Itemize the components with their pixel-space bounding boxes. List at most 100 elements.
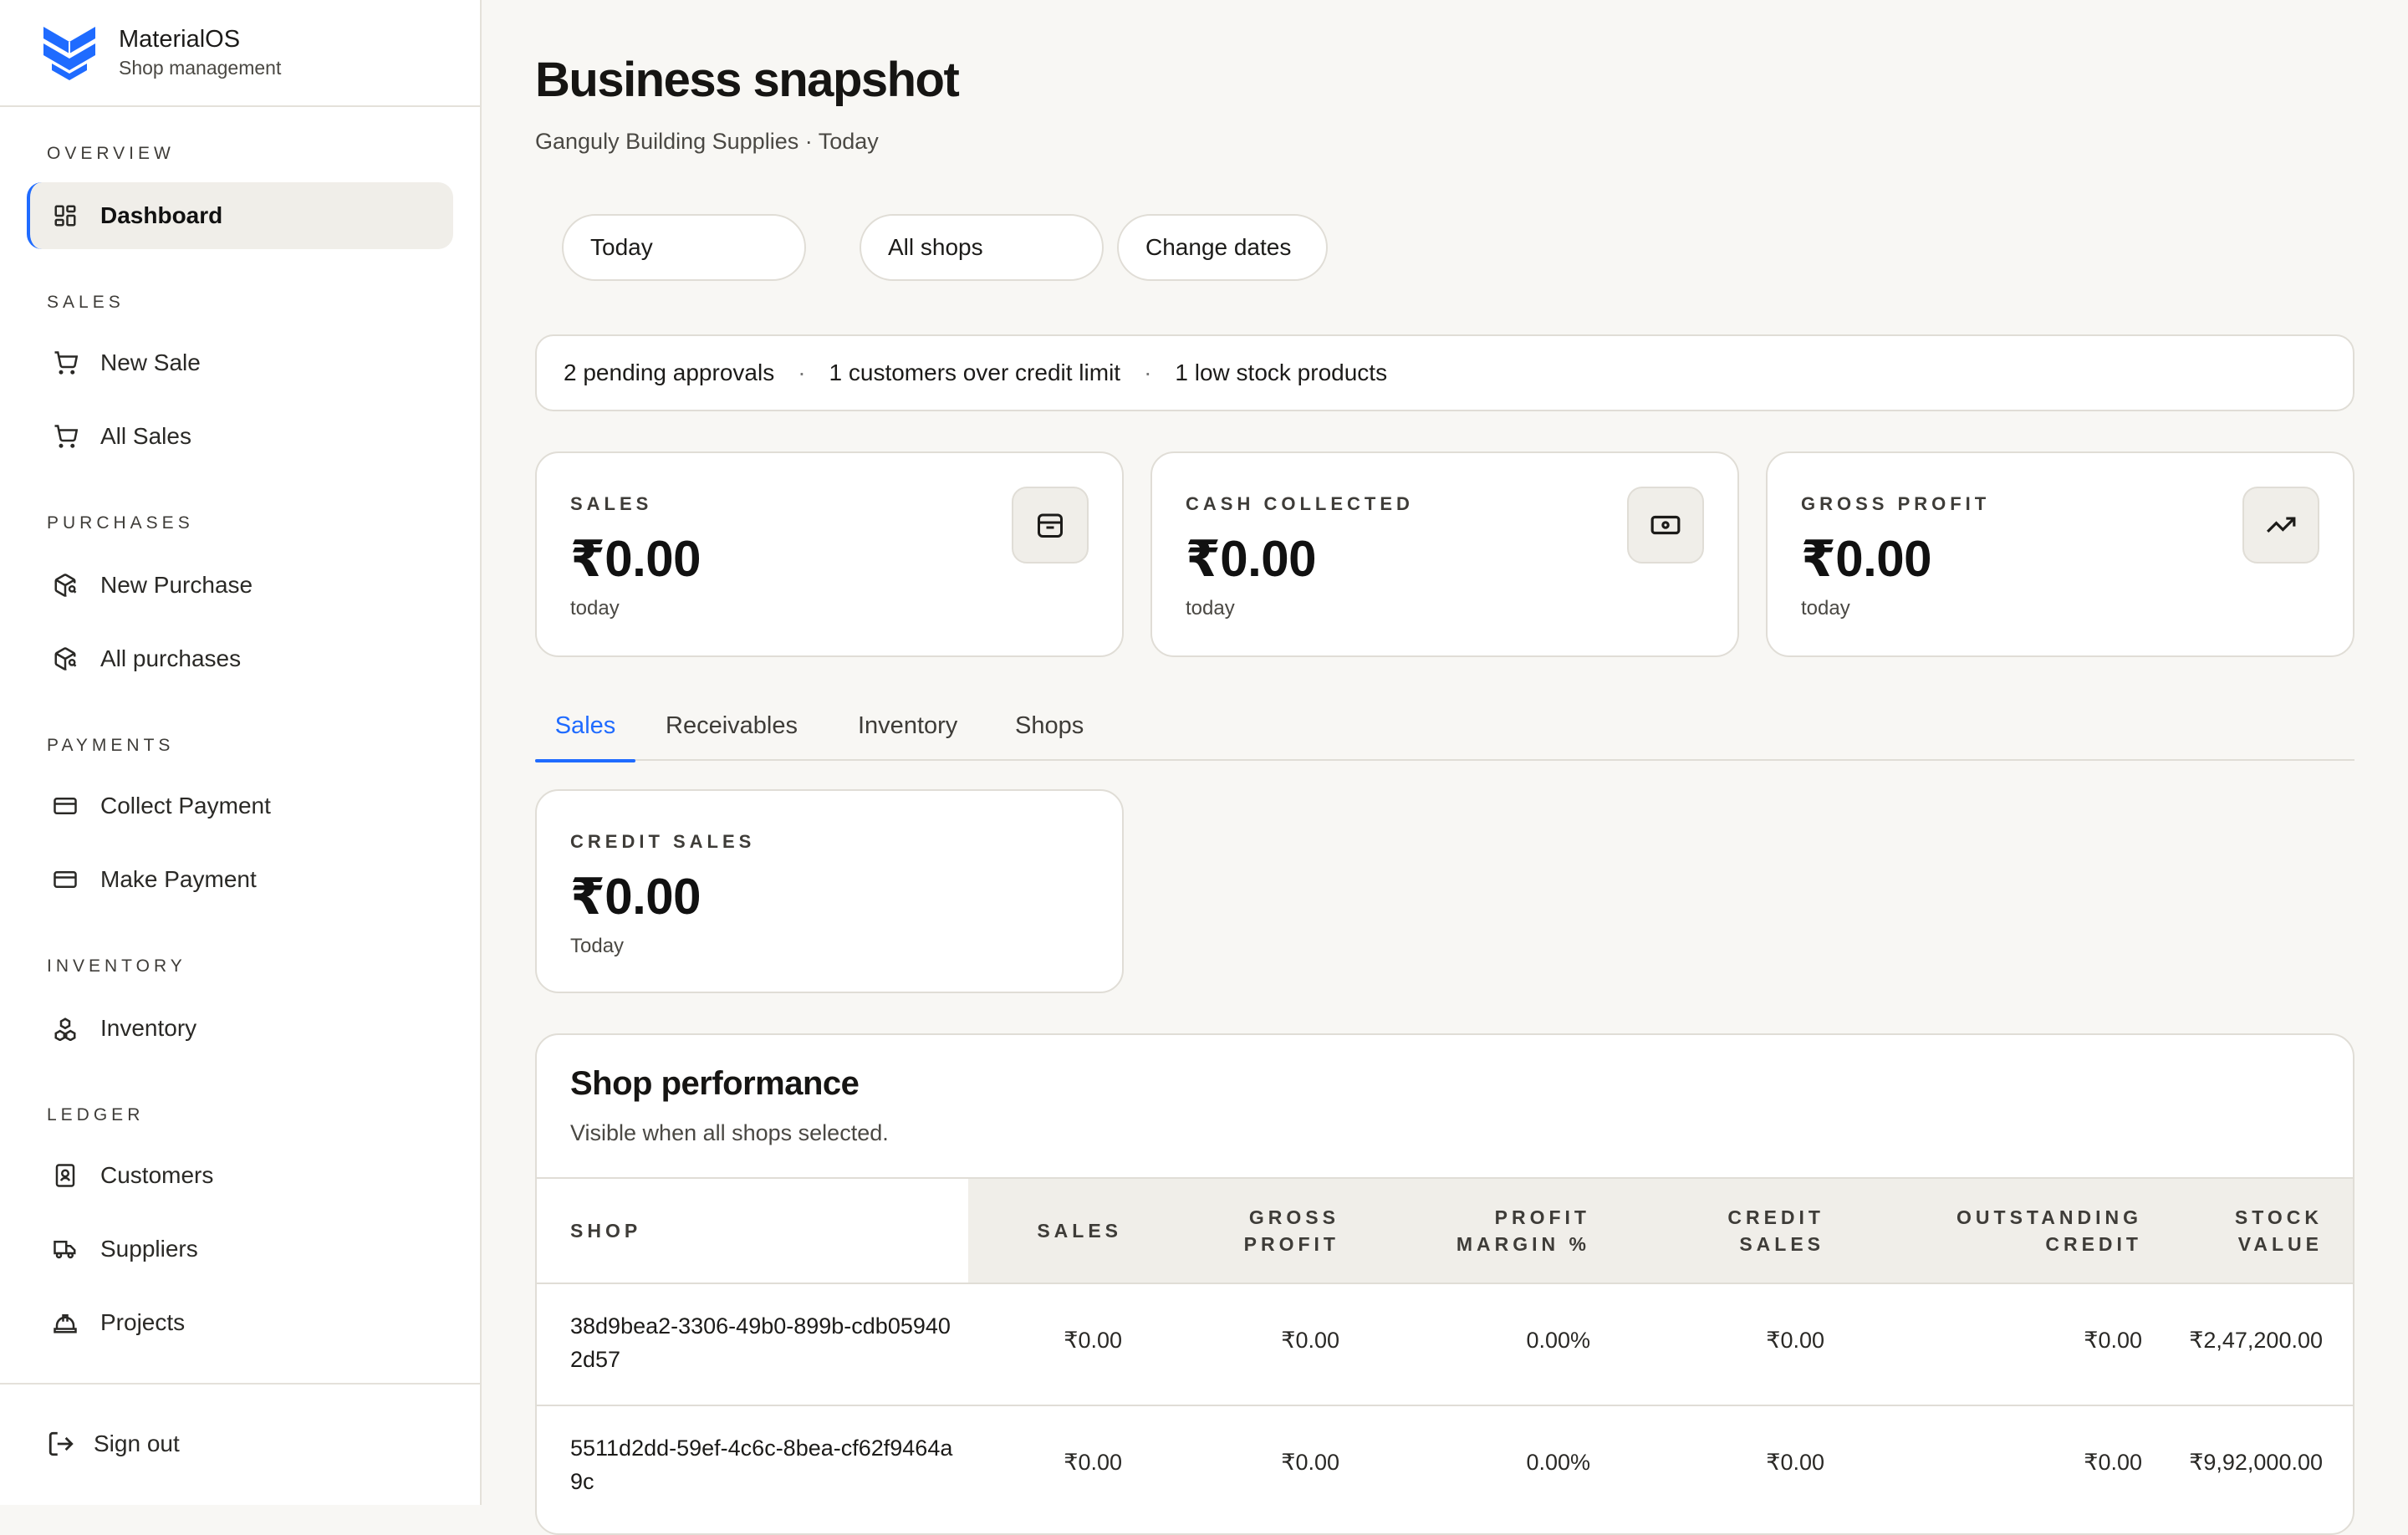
metric-value: ₹0.00 [570, 531, 701, 587]
column-header-sales[interactable]: Sales [1005, 1217, 1122, 1244]
sidebar-item-label: New Purchase [100, 572, 253, 598]
sidebar-item-suppliers[interactable]: Suppliers [27, 1216, 453, 1283]
credit-sales-cell: ₹0.00 [1766, 1328, 1824, 1353]
metric-value: ₹0.00 [1186, 531, 1317, 587]
metric-note: today [570, 597, 620, 620]
table-header: Shop Sales Gross profit Profit margin % … [537, 1177, 2353, 1283]
nav-section-inventory: Inventory [47, 956, 186, 976]
pending-approvals-alert[interactable]: 2 pending approvals [564, 360, 774, 386]
sidebar-item-label: Projects [100, 1309, 186, 1335]
truck-icon [50, 1234, 80, 1264]
sidebar-item-new-purchase[interactable]: New Purchase [27, 552, 453, 619]
tab-shops[interactable]: Shops [1015, 699, 1084, 761]
package-search-icon [50, 570, 80, 600]
panel-title: Shop performance [570, 1065, 860, 1102]
sidebar-item-label: New Sale [100, 349, 201, 375]
log-out-icon [48, 1431, 74, 1456]
cart-icon [50, 421, 80, 451]
sign-out-button[interactable]: Sign out [47, 1430, 180, 1458]
sign-out-label: Sign out [94, 1430, 180, 1456]
banknote-icon [1627, 487, 1704, 564]
shop-filter-button[interactable]: All shops [860, 214, 1104, 281]
boxes-icon [50, 1013, 80, 1043]
credit-card-icon [50, 864, 80, 895]
sidebar-item-inventory[interactable]: Inventory [27, 995, 453, 1062]
credit-sales-card: Credit sales ₹0.00 Today [535, 789, 1124, 993]
nav-section-ledger: Ledger [47, 1105, 145, 1124]
brand[interactable]: MaterialOS Shop management [0, 0, 480, 107]
page-title: Business snapshot [535, 53, 960, 107]
metric-label: Credit sales [570, 831, 756, 852]
metric-value: ₹0.00 [570, 869, 701, 925]
sidebar-item-label: Customers [100, 1162, 214, 1188]
table-row[interactable]: 38d9bea2-3306-49b0-899b-cdb059402d57 ₹0.… [537, 1283, 2353, 1405]
credit-limit-alert[interactable]: 1 customers over credit limit [829, 360, 1121, 386]
contact-book-icon [50, 1160, 80, 1191]
sidebar-item-customers[interactable]: Customers [27, 1142, 453, 1209]
gross-profit-cell: ₹0.00 [1281, 1450, 1339, 1475]
metric-note: Today [570, 935, 625, 957]
tab-receivables[interactable]: Receivables [666, 699, 798, 761]
package-search-icon [50, 644, 80, 674]
tab-inventory[interactable]: Inventory [858, 699, 957, 761]
credit-sales-cell: ₹0.00 [1766, 1450, 1824, 1475]
period-filter-button[interactable]: Today [562, 214, 806, 281]
shop-performance-panel: Shop performance Visible when all shops … [535, 1033, 2354, 1535]
gross-profit-cell: ₹0.00 [1281, 1328, 1339, 1353]
sidebar-item-new-sale[interactable]: New Sale [27, 329, 453, 396]
column-header-stock-value[interactable]: Stock value [2167, 1204, 2323, 1257]
column-header-gross-profit[interactable]: Gross profit [1206, 1204, 1339, 1257]
credit-card-icon [50, 791, 80, 821]
low-stock-alert[interactable]: 1 low stock products [1175, 360, 1387, 386]
profit-margin-cell: 0.00% [1526, 1450, 1590, 1475]
alert-separator: · [1144, 360, 1152, 385]
stock-value-cell: ₹9,92,000.00 [2189, 1450, 2323, 1475]
nav-section-overview: Overview [47, 144, 175, 163]
table-row[interactable]: 5511d2dd-59ef-4c6c-8bea-cf62f9464a9c ₹0.… [537, 1405, 2353, 1527]
page-subtitle: Ganguly Building Supplies · Today [535, 129, 879, 154]
metric-card-sales: Sales ₹0.00 today [535, 451, 1124, 657]
brand-subtitle: Shop management [119, 57, 282, 79]
sales-cell: ₹0.00 [1064, 1450, 1122, 1475]
main-content: Business snapshot Ganguly Building Suppl… [482, 0, 2408, 1535]
nav-section-payments: Payments [47, 736, 175, 755]
metric-value: ₹0.00 [1801, 531, 1932, 587]
sidebar-footer: Sign out [0, 1383, 480, 1505]
outstanding-credit-cell: ₹0.00 [2084, 1328, 2142, 1353]
metric-label: Gross profit [1801, 493, 1991, 514]
sidebar-item-projects[interactable]: Projects [27, 1289, 453, 1356]
sidebar-item-label: Dashboard [100, 202, 223, 228]
sidebar-item-all-sales[interactable]: All Sales [27, 403, 453, 470]
panel-subtitle: Visible when all shops selected. [570, 1120, 889, 1145]
profit-margin-cell: 0.00% [1526, 1328, 1590, 1353]
change-dates-button[interactable]: Change dates [1117, 214, 1328, 281]
sidebar-item-label: Make Payment [100, 866, 257, 892]
column-header-outstanding-credit[interactable]: Outstanding credit [1875, 1204, 2142, 1257]
dashboard-icon [50, 201, 80, 231]
sidebar-item-dashboard[interactable]: Dashboard [27, 182, 453, 249]
metric-label: Cash collected [1186, 493, 1414, 514]
column-header-shop[interactable]: Shop [570, 1217, 641, 1244]
hard-hat-icon [50, 1308, 80, 1338]
nav-section-sales: Sales [47, 293, 125, 312]
metric-note: today [1801, 597, 1850, 620]
column-header-profit-margin[interactable]: Profit margin % [1406, 1204, 1590, 1257]
tab-sales[interactable]: Sales [535, 699, 635, 762]
dashboard-tabs: Sales Receivables Inventory Shops [535, 699, 2354, 762]
sales-cell: ₹0.00 [1064, 1328, 1122, 1353]
sidebar-item-make-payment[interactable]: Make Payment [27, 846, 453, 913]
nav-section-purchases: Purchases [47, 513, 194, 533]
shop-id-cell: 5511d2dd-59ef-4c6c-8bea-cf62f9464a9c [570, 1436, 953, 1494]
column-header-credit-sales[interactable]: Credit sales [1666, 1204, 1824, 1257]
metric-label: Sales [570, 493, 653, 514]
sidebar-item-collect-payment[interactable]: Collect Payment [27, 773, 453, 839]
outstanding-credit-cell: ₹0.00 [2084, 1450, 2142, 1475]
metric-card-gross-profit: Gross profit ₹0.00 today [1766, 451, 2354, 657]
sidebar-item-label: Suppliers [100, 1236, 198, 1262]
sidebar-item-all-purchases[interactable]: All purchases [27, 625, 453, 692]
metric-card-cash-collected: Cash collected ₹0.00 today [1150, 451, 1739, 657]
sidebar: MaterialOS Shop management Overview Dash… [0, 0, 482, 1505]
stock-value-cell: ₹2,47,200.00 [2189, 1328, 2323, 1353]
metric-note: today [1186, 597, 1235, 620]
sidebar-item-label: Collect Payment [100, 793, 271, 818]
